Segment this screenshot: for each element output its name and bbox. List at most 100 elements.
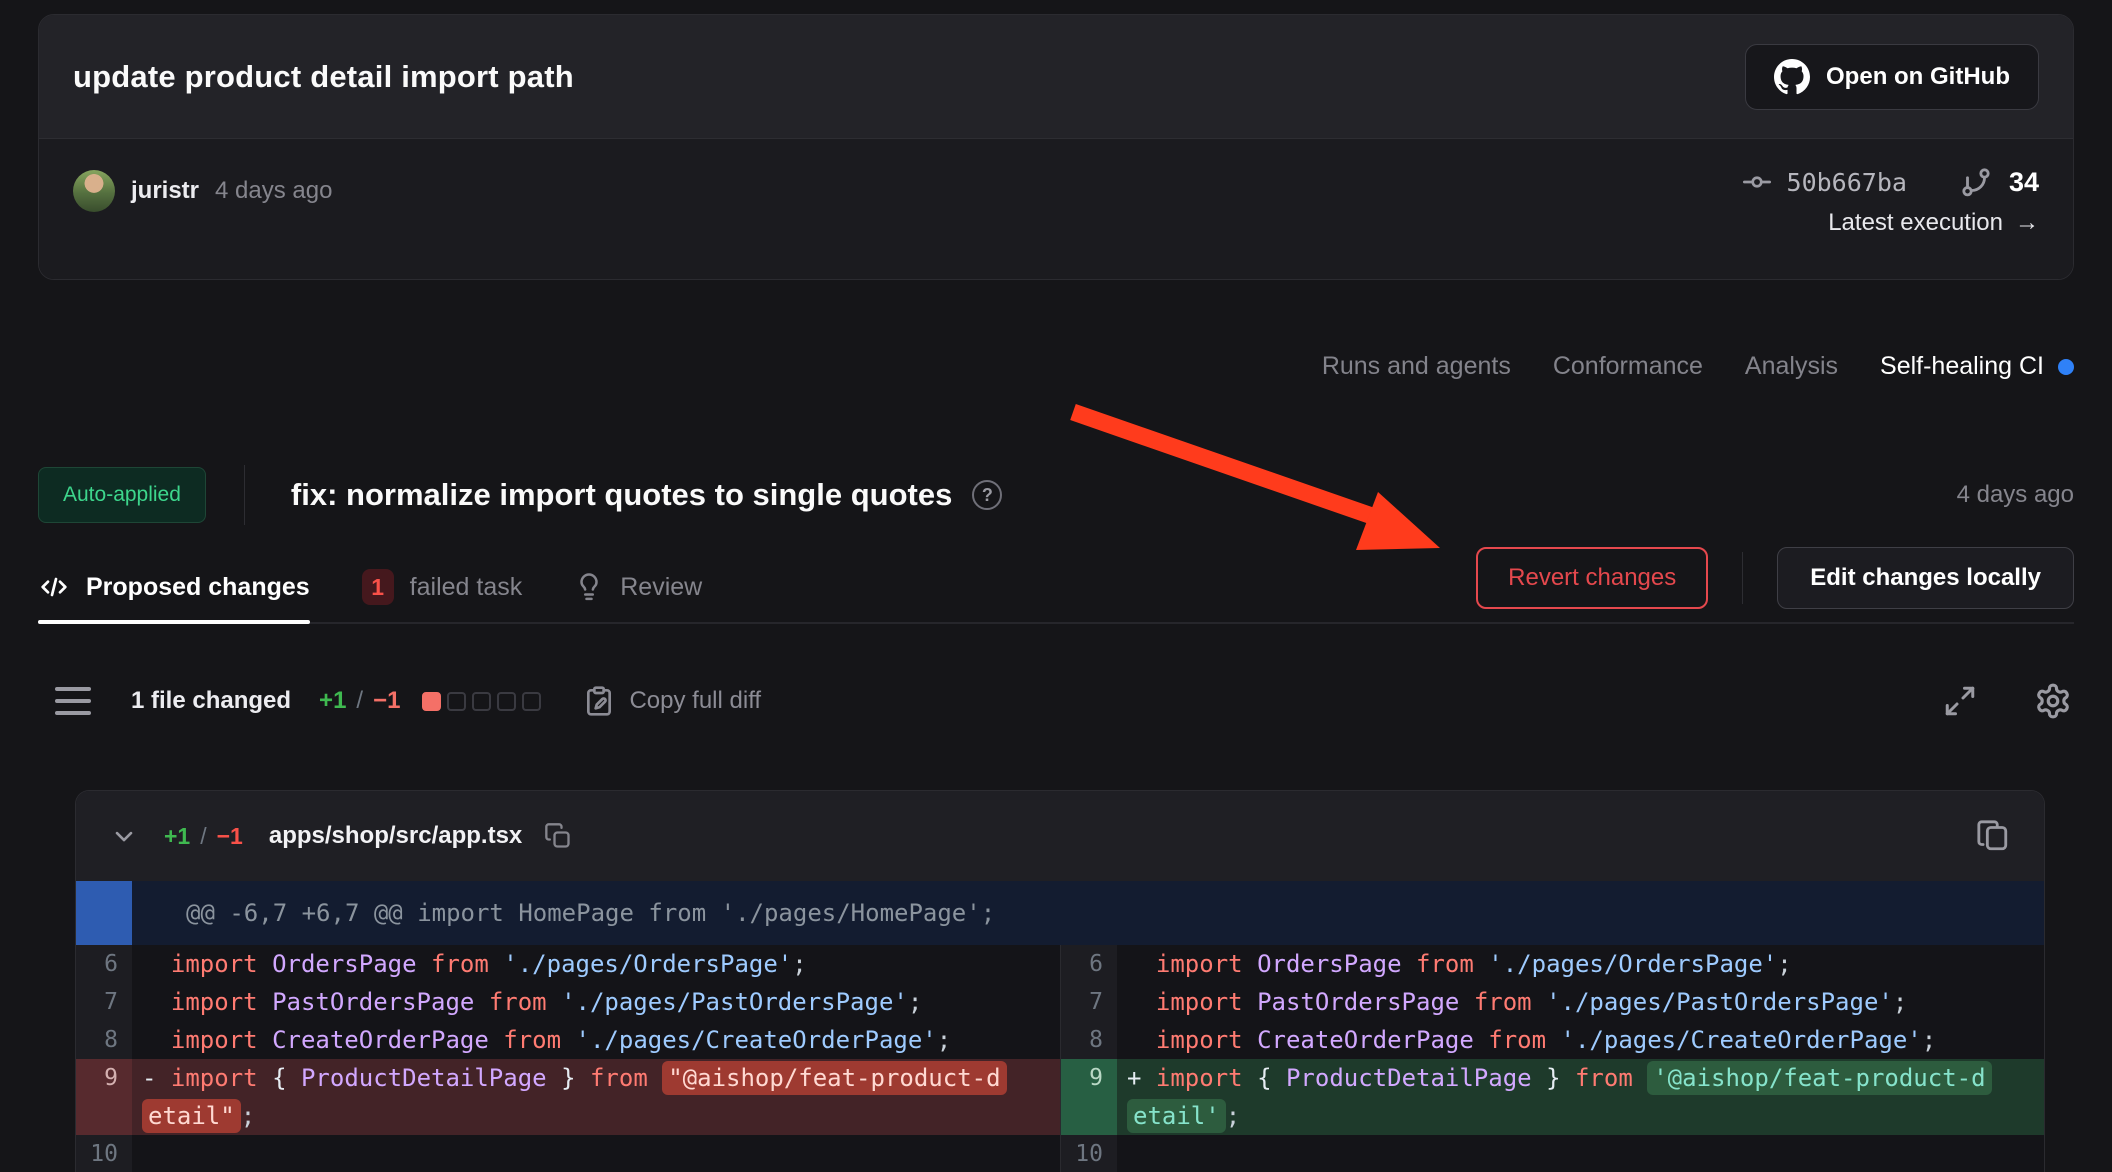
- section-nav: Runs and agents Conformance Analysis Sel…: [38, 352, 2074, 381]
- nav-self-healing-ci[interactable]: Self-healing CI: [1880, 352, 2074, 381]
- line-number: 9: [76, 1059, 132, 1135]
- diff-row: 7 import PastOrdersPage from './pages/Pa…: [1061, 983, 2044, 1021]
- lightbulb-icon: [574, 572, 604, 602]
- chevron-down-icon[interactable]: [110, 822, 138, 850]
- git-branch-icon: [1959, 165, 1993, 199]
- commit-meta: 50b667ba 34 Latest execution →: [1741, 165, 2039, 279]
- edit-changes-locally-button[interactable]: Edit changes locally: [1777, 547, 2074, 609]
- self-healing-ci-page: update product detail import path Open o…: [0, 0, 2112, 1172]
- code-line: [1117, 1135, 2044, 1172]
- tab-review[interactable]: Review: [574, 552, 702, 622]
- fix-time-ago: 4 days ago: [1957, 481, 2074, 509]
- line-number: 6: [76, 945, 132, 983]
- diff-row: 9+ import { ProductDetailPage } from '@a…: [1061, 1059, 2044, 1135]
- commit-sha: 50b667ba: [1787, 168, 1907, 197]
- code-line: import PastOrdersPage from './pages/Past…: [132, 983, 1060, 1021]
- line-number: 8: [1061, 1021, 1117, 1059]
- github-icon: [1774, 59, 1810, 95]
- diff-row: 8 import CreateOrderPage from './pages/C…: [76, 1021, 1060, 1059]
- diff-split-view: 6 import OrdersPage from './pages/Orders…: [76, 945, 2044, 1172]
- copy-file-diff-icon[interactable]: [1976, 819, 2010, 853]
- commit-author-row: juristr 4 days ago: [73, 169, 332, 213]
- diff-toolbar: 1 file changed +1 / −1 Copy full diff: [55, 666, 2072, 736]
- nav-self-healing-ci-label: Self-healing CI: [1880, 352, 2044, 381]
- commit-time: 4 days ago: [215, 177, 332, 205]
- diff-row: 10: [1061, 1135, 2044, 1172]
- gear-icon[interactable]: [2034, 682, 2072, 720]
- hunk-header-row: @@ -6,7 +6,7 @@ import HomePage from './…: [76, 881, 2044, 945]
- code-line: import CreateOrderPage from './pages/Cre…: [1117, 1021, 2044, 1059]
- auto-applied-badge: Auto-applied: [38, 467, 206, 523]
- code-line: [132, 1135, 1060, 1172]
- hunk-gutter: [76, 881, 132, 945]
- tab-proposed-changes[interactable]: Proposed changes: [38, 552, 310, 622]
- meter-square-filled: [422, 692, 441, 711]
- line-number: 9: [1061, 1059, 1117, 1135]
- menu-icon[interactable]: [55, 687, 91, 715]
- deletions-count: −1: [373, 687, 400, 715]
- commit-card: update product detail import path Open o…: [38, 14, 2074, 280]
- copy-path-icon[interactable]: [544, 822, 572, 850]
- code-icon: [38, 571, 70, 603]
- file-path: apps/shop/src/app.tsx: [269, 822, 522, 850]
- meter-square: [472, 692, 491, 711]
- code-line: import PastOrdersPage from './pages/Past…: [1117, 983, 2044, 1021]
- open-on-github-label: Open on GitHub: [1826, 63, 2010, 91]
- fix-title: fix: normalize import quotes to single q…: [291, 477, 952, 513]
- meter-square: [497, 692, 516, 711]
- file-deletions: −1: [217, 823, 243, 850]
- diff-row: 8 import CreateOrderPage from './pages/C…: [1061, 1021, 2044, 1059]
- latest-execution-label: Latest execution: [1828, 209, 2003, 237]
- code-line: + import { ProductDetailPage } from '@ai…: [1117, 1059, 2044, 1135]
- meter-square: [447, 692, 466, 711]
- tab-failed-task[interactable]: 1 failed task: [362, 552, 523, 622]
- question-icon[interactable]: ?: [972, 480, 1002, 510]
- tab-proposed-changes-label: Proposed changes: [86, 573, 310, 602]
- tab-failed-task-label: failed task: [410, 573, 523, 602]
- line-number: 6: [1061, 945, 1117, 983]
- divider: [1742, 552, 1743, 604]
- failed-count-badge: 1: [362, 569, 394, 605]
- divider: [244, 465, 245, 525]
- line-number: 10: [1061, 1135, 1117, 1172]
- nav-runs-and-agents[interactable]: Runs and agents: [1322, 352, 1511, 381]
- diff-row: 6 import OrdersPage from './pages/Orders…: [76, 945, 1060, 983]
- notification-dot: [2058, 359, 2074, 375]
- page-title: update product detail import path: [73, 59, 574, 95]
- maximize-icon[interactable]: [1942, 683, 1978, 719]
- commit-author[interactable]: juristr: [131, 177, 199, 205]
- diff-row: 7 import PastOrdersPage from './pages/Pa…: [76, 983, 1060, 1021]
- commit-sha-link[interactable]: 50b667ba: [1741, 166, 1907, 198]
- line-number: 10: [76, 1135, 132, 1172]
- diff-pane-old: 6 import OrdersPage from './pages/Orders…: [76, 945, 1060, 1172]
- line-number: 7: [1061, 983, 1117, 1021]
- nav-conformance[interactable]: Conformance: [1553, 352, 1703, 381]
- nav-analysis[interactable]: Analysis: [1745, 352, 1838, 381]
- tab-review-label: Review: [620, 573, 702, 602]
- fix-tabs-row: Proposed changes 1 failed task Review Re…: [38, 552, 2074, 624]
- meter-square: [522, 692, 541, 711]
- file-diff-card: +1 / −1 apps/shop/src/app.tsx @@ -6,7 +6…: [75, 790, 2045, 1172]
- diff-row: 9- import { ProductDetailPage } from "@a…: [76, 1059, 1060, 1135]
- copy-full-diff-button[interactable]: Copy full diff: [583, 685, 761, 717]
- commit-card-header: update product detail import path Open o…: [39, 15, 2073, 139]
- code-line: import CreateOrderPage from './pages/Cre…: [132, 1021, 1060, 1059]
- diff-meter: [422, 692, 541, 711]
- line-number: 7: [76, 983, 132, 1021]
- diff-row: 10: [76, 1135, 1060, 1172]
- fix-actions: Revert changes Edit changes locally: [1476, 547, 2074, 609]
- line-number: 8: [76, 1021, 132, 1059]
- additions-count: +1: [319, 687, 346, 715]
- git-commit-icon: [1741, 166, 1773, 198]
- file-additions: +1: [164, 823, 190, 850]
- diff-toolbar-right: [1942, 682, 2072, 720]
- latest-execution-link[interactable]: Latest execution →: [1828, 209, 2039, 237]
- file-diff-header: +1 / −1 apps/shop/src/app.tsx: [76, 791, 2044, 881]
- clipboard-pen-icon: [583, 685, 615, 717]
- execution-count-link[interactable]: 34: [1959, 165, 2039, 199]
- open-on-github-button[interactable]: Open on GitHub: [1745, 44, 2039, 110]
- code-line: - import { ProductDetailPage } from "@ai…: [132, 1059, 1060, 1135]
- revert-changes-button[interactable]: Revert changes: [1476, 547, 1708, 609]
- code-line: import OrdersPage from './pages/OrdersPa…: [132, 945, 1060, 983]
- file-stats-separator: /: [200, 823, 206, 850]
